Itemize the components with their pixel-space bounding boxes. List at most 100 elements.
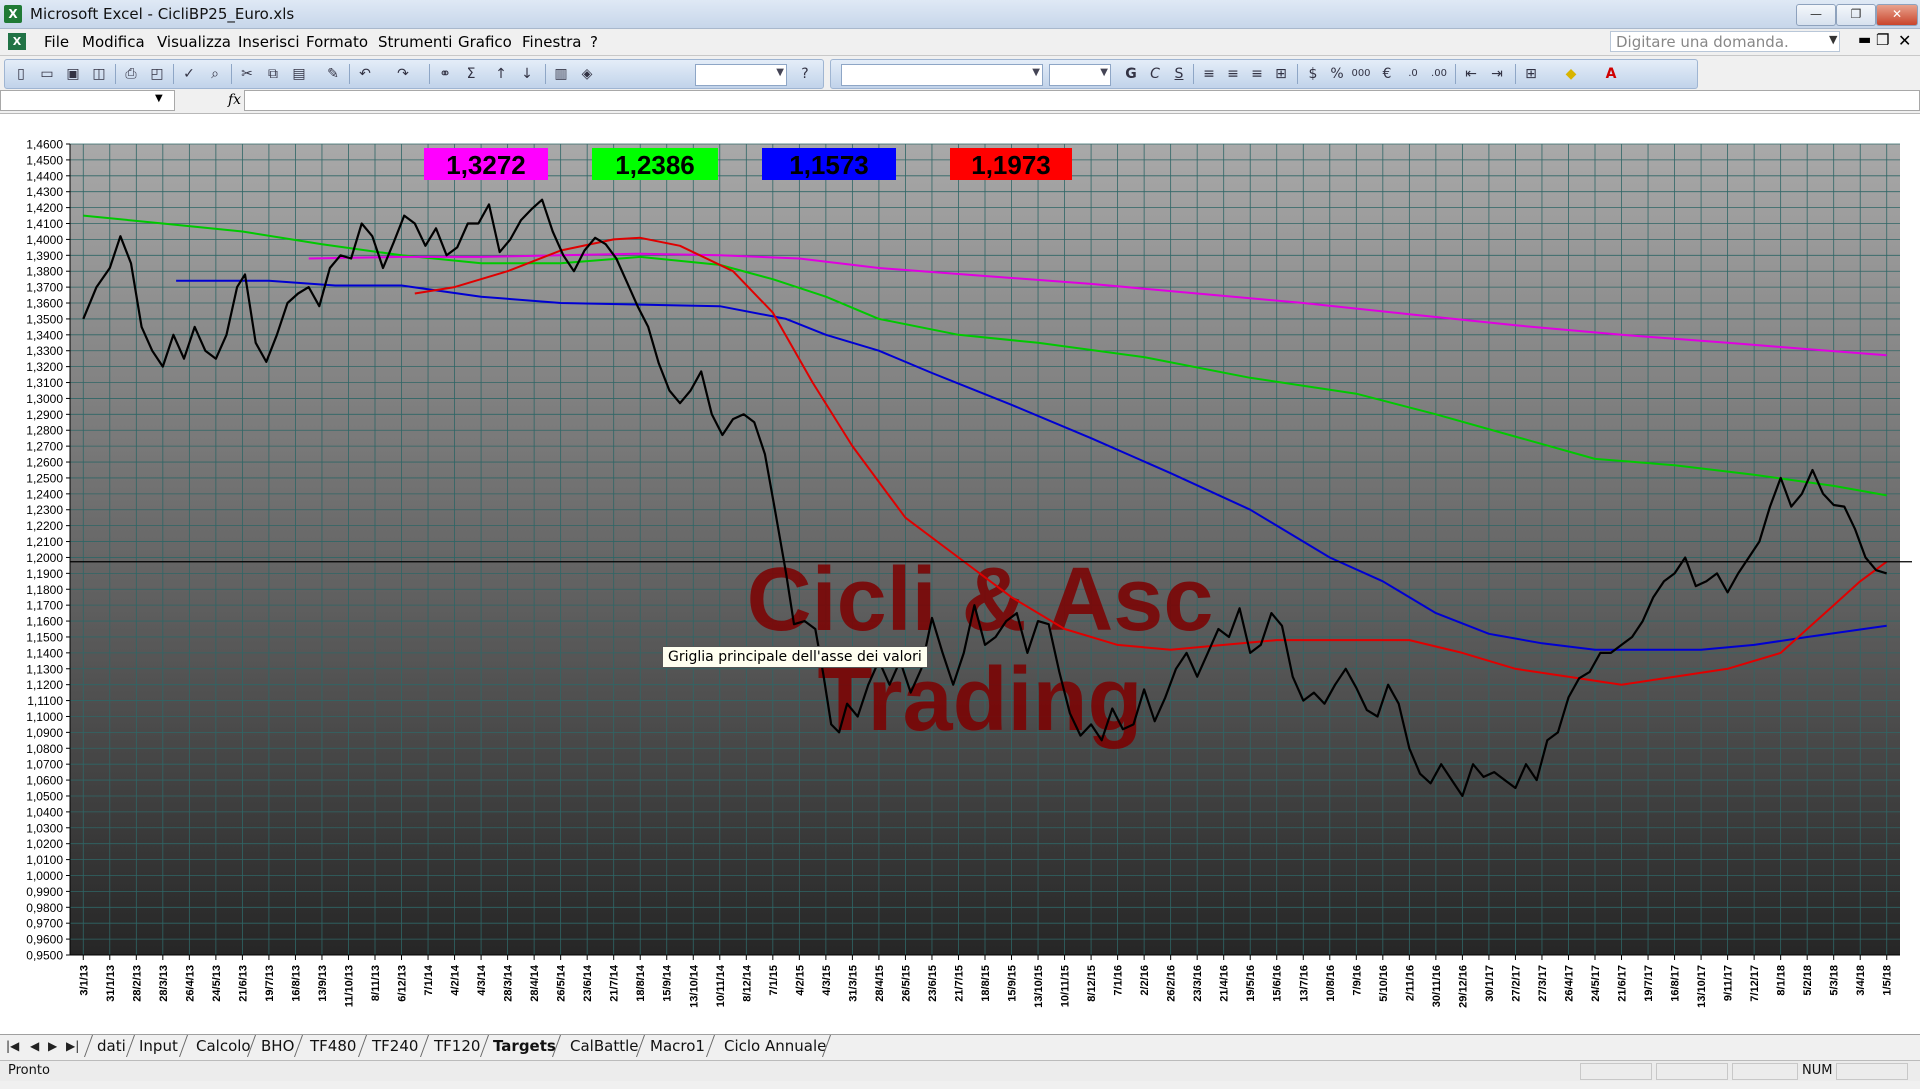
formula-input[interactable] (244, 90, 1920, 111)
sort-ascending-icon[interactable]: ↑ (491, 64, 511, 84)
close-button[interactable]: ✕ (1876, 4, 1918, 26)
thousands-icon[interactable]: 000 (1351, 64, 1371, 84)
name-box-dropdown-icon[interactable]: ▼ (155, 93, 163, 104)
y-tick-label: 1,1500 (26, 630, 63, 644)
sheet-tab-tf120[interactable]: TF120 (434, 1035, 480, 1057)
euro-icon[interactable]: € (1377, 64, 1397, 84)
menu-finestra[interactable]: Finestra (522, 33, 582, 51)
font-size-select[interactable]: ▼ (1049, 64, 1111, 86)
research-icon[interactable]: ⌕ (205, 64, 225, 84)
align-right-icon[interactable]: ≡ (1247, 64, 1267, 84)
print-icon[interactable]: ⎙ (121, 64, 141, 84)
font-color-icon[interactable]: A (1601, 64, 1621, 84)
x-tick-label: 16/8/17 (1670, 965, 1682, 1002)
bold-icon[interactable]: G (1121, 64, 1141, 84)
paste-icon[interactable]: ▤ (289, 64, 309, 84)
increase-decimal-icon[interactable]: .0 (1403, 64, 1423, 84)
merge-center-icon[interactable]: ⊞ (1271, 64, 1291, 84)
increase-indent-icon[interactable]: ⇥ (1487, 64, 1507, 84)
first-sheet-icon[interactable]: |◀ (6, 1039, 19, 1053)
menu-strumenti[interactable]: Strumenti (378, 33, 452, 51)
font-select[interactable]: ▼ (841, 64, 1043, 86)
italic-icon[interactable]: C (1145, 64, 1165, 84)
help-dropdown-icon[interactable]: ▼ (1829, 33, 1837, 46)
y-tick-label: 1,2300 (26, 503, 63, 517)
y-tick-label: 0,9600 (26, 933, 63, 947)
hyperlink-icon[interactable]: ⚭ (435, 64, 455, 84)
cut-icon[interactable]: ✂ (237, 64, 257, 84)
redo-icon[interactable]: ↷ (393, 64, 413, 84)
fill-color-icon[interactable]: ◆ (1561, 64, 1581, 84)
x-tick-label: 24/5/13 (211, 965, 223, 1002)
copy-icon[interactable]: ⧉ (263, 64, 283, 84)
chart-area[interactable]: Cicli & Asc Trading 1,4600 1,4500 1,4400 1,… (0, 114, 1920, 1034)
sheet-tab-bho[interactable]: BHO (261, 1035, 294, 1057)
next-sheet-icon[interactable]: ▶ (48, 1039, 57, 1053)
workbook-close-button[interactable]: ✕ (1898, 31, 1911, 50)
y-tick-label: 1,3800 (26, 265, 63, 279)
align-left-icon[interactable]: ≡ (1199, 64, 1219, 84)
underline-icon[interactable]: S (1169, 64, 1189, 84)
menu-inserisci[interactable]: Inserisci (238, 33, 300, 51)
x-tick-label: 31/1/13 (105, 965, 117, 1002)
zoom-select[interactable]: ▼ (695, 64, 787, 86)
y-tick-label: 1,3700 (26, 281, 63, 295)
save-icon[interactable]: ▣ (63, 64, 83, 84)
price-chart[interactable]: Cicli & Asc Trading 1,46001,45001,44001,… (0, 114, 1920, 1034)
new-icon[interactable]: ▯ (11, 64, 31, 84)
decrease-indent-icon[interactable]: ⇤ (1461, 64, 1481, 84)
sheet-tab-targets[interactable]: Targets (493, 1035, 556, 1057)
x-tick-label: 13/9/13 (317, 965, 329, 1002)
fx-icon[interactable]: fx (228, 92, 241, 108)
menu-help[interactable]: ? (590, 33, 598, 51)
sheet-tab-macro1[interactable]: Macro1 (650, 1035, 705, 1057)
percent-icon[interactable]: % (1327, 64, 1347, 84)
formula-bar: ▼ fx (0, 90, 1920, 114)
currency-icon[interactable]: $ (1303, 64, 1323, 84)
menu-file[interactable]: File (44, 33, 69, 51)
borders-icon[interactable]: ⊞ (1521, 64, 1541, 84)
chart-sheet-icon[interactable]: X (8, 33, 26, 50)
sheet-tab-calbattle[interactable]: CalBattle (570, 1035, 638, 1057)
maximize-button[interactable]: ❐ (1836, 4, 1876, 26)
decrease-decimal-icon[interactable]: .00 (1429, 64, 1449, 84)
menu-grafico[interactable]: Grafico (458, 33, 512, 51)
menu-modifica[interactable]: Modifica (82, 33, 145, 51)
y-tick-label: 1,4500 (26, 153, 63, 167)
sheet-tab-input[interactable]: Input (139, 1035, 178, 1057)
help-icon[interactable]: ? (795, 64, 815, 84)
menu-visualizza[interactable]: Visualizza (157, 33, 231, 51)
align-center-icon[interactable]: ≡ (1223, 64, 1243, 84)
sheet-tab-tf480[interactable]: TF480 (310, 1035, 356, 1057)
sheet-tab-ciclo-annuale[interactable]: Ciclo Annuale (724, 1035, 826, 1057)
permission-icon[interactable]: ◫ (89, 64, 109, 84)
x-tick-label: 8/12/15 (1086, 965, 1098, 1002)
help-question-input[interactable]: Digitare una domanda. (1610, 31, 1840, 52)
open-icon[interactable]: ▭ (37, 64, 57, 84)
undo-icon[interactable]: ↶ (355, 64, 375, 84)
x-tick-label: 19/7/13 (264, 965, 276, 1002)
minimize-button[interactable]: — (1796, 4, 1836, 26)
drawing-icon[interactable]: ◈ (577, 64, 597, 84)
sort-descending-icon[interactable]: ↓ (517, 64, 537, 84)
prev-sheet-icon[interactable]: ◀ (30, 1039, 39, 1053)
workbook-minimize-button[interactable]: ▬ (1858, 32, 1871, 48)
spelling-icon[interactable]: ✓ (179, 64, 199, 84)
y-tick-label: 1,3000 (26, 392, 63, 406)
workbook-restore-button[interactable]: ❐ (1876, 31, 1889, 49)
sheet-tab-dati[interactable]: dati (97, 1035, 126, 1057)
x-tick-label: 10/11/14 (715, 964, 727, 1007)
sheet-tab-tf240[interactable]: TF240 (372, 1035, 418, 1057)
menu-formato[interactable]: Formato (306, 33, 368, 51)
last-sheet-icon[interactable]: ▶| (66, 1039, 79, 1053)
x-tick-label: 9/11/17 (1723, 965, 1735, 1001)
autosum-icon[interactable]: Σ (461, 64, 481, 84)
print-preview-icon[interactable]: ◰ (147, 64, 167, 84)
excel-app-icon[interactable]: X (4, 5, 22, 23)
format-painter-icon[interactable]: ✎ (323, 64, 343, 84)
sheet-tab-calcolo[interactable]: Calcolo (196, 1035, 251, 1057)
y-tick-label: 1,1200 (26, 678, 63, 692)
chart-wizard-icon[interactable]: ▥ (551, 64, 571, 84)
name-box[interactable] (0, 90, 175, 111)
y-tick-label: 1,1000 (26, 710, 63, 724)
